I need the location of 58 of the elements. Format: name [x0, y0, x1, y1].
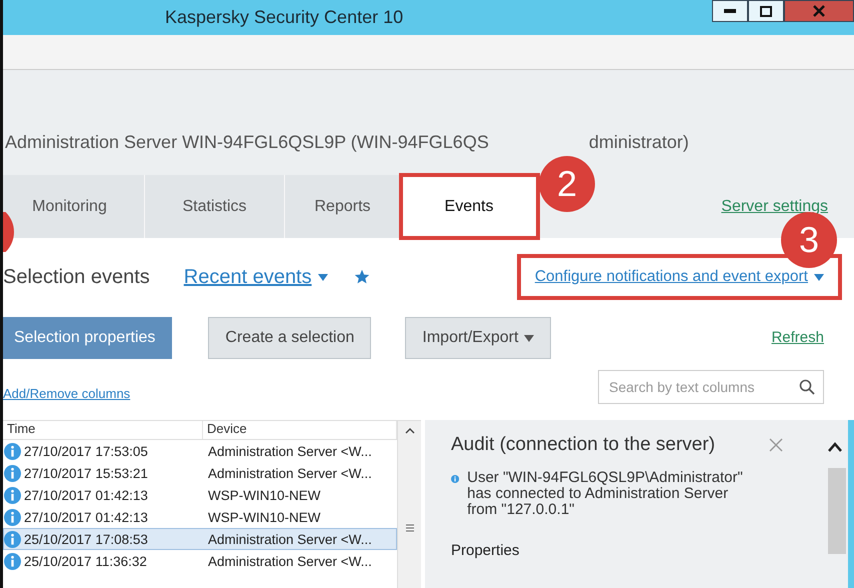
- table-row[interactable]: 27/10/2017 01:42:13 WSP-WIN10-NEW: [3, 484, 397, 506]
- tab[interactable]: Reports: [285, 175, 401, 238]
- recent-events-dropdown[interactable]: Recent events: [184, 266, 312, 288]
- caret-icon: [814, 274, 824, 280]
- close-icon[interactable]: [769, 438, 784, 452]
- table-row[interactable]: 27/10/2017 17:53:05 Administration Server <W...: [3, 440, 397, 462]
- add-remove-columns-link[interactable]: Add/Remove columns: [3, 386, 130, 400]
- device-cell-text: WSP-WIN10-NEW: [207, 510, 322, 524]
- star-icon[interactable]: [354, 269, 370, 285]
- info-icon: [4, 464, 21, 482]
- configure-notifications-link[interactable]: Configure notifications and event export: [534, 268, 808, 286]
- time-cell: 27/10/2017 01:42:13: [24, 510, 148, 524]
- device-cell-text: Administration Server <W...: [207, 466, 373, 480]
- action-button[interactable]: Create a selection: [208, 317, 372, 359]
- step-marker: [3, 212, 14, 252]
- device-cell-text: Administration Server <W...: [207, 532, 373, 546]
- close-button[interactable]: [784, 0, 854, 22]
- info-icon: [4, 508, 21, 526]
- device-cell-text: WSP-WIN10-NEW: [207, 488, 322, 502]
- tab[interactable]: Monitoring: [3, 175, 145, 238]
- server-heading: dministrator): [588, 132, 689, 153]
- collapse-icon[interactable]: [828, 442, 842, 452]
- table-row[interactable]: 27/10/2017 15:53:21 Administration Server <W...: [3, 462, 397, 484]
- caret-icon: [318, 274, 328, 280]
- time-cell: 25/10/2017 17:08:53: [24, 532, 148, 546]
- close-icon: [813, 5, 825, 17]
- window-title: Kaspersky Security Center 10: [165, 7, 404, 28]
- device-cell-text: Administration Server <W...: [207, 444, 373, 458]
- refresh-link[interactable]: Refresh: [771, 329, 824, 346]
- table-row[interactable]: 27/10/2017 01:42:13 WSP-WIN10-NEW: [3, 506, 397, 528]
- section-title: Selection events: [3, 266, 150, 288]
- details-title: Audit (connection to the server): [451, 434, 716, 456]
- time-cell: 27/10/2017 01:42:13: [24, 488, 148, 502]
- search-field[interactable]: Search by text columns: [598, 370, 824, 404]
- caret-icon: [524, 334, 534, 342]
- tab[interactable]: Statistics: [145, 175, 285, 238]
- grip-icon: [404, 523, 414, 533]
- column-header[interactable]: Time: [3, 421, 203, 439]
- time-cell: 27/10/2017 15:53:21: [24, 466, 148, 480]
- section-heading: Properties: [451, 542, 520, 559]
- dropdown-button[interactable]: Import/Export: [405, 317, 552, 359]
- time-cell: 27/10/2017 17:53:05: [24, 444, 148, 458]
- tab[interactable]: Events: [401, 175, 538, 238]
- info-icon: [4, 552, 21, 570]
- search-icon: [799, 379, 815, 395]
- table-row[interactable]: 25/10/2017 17:08:53 Administration Server <W...: [3, 528, 397, 550]
- info-icon: [4, 486, 21, 504]
- minimize-button[interactable]: [712, 0, 748, 22]
- info-icon: [4, 530, 21, 548]
- event-message: User "WIN-94FGL6QSL9P\Administrator" has connected to Administration Server from "127.0.0.1": [467, 470, 744, 518]
- server-heading: Administration Server WIN-94FGL6QSL9P (WIN-94FGL6QS: [5, 132, 489, 153]
- table-row[interactable]: 25/10/2017 11:36:32 Administration Server <W...: [3, 550, 397, 572]
- maximize-button[interactable]: [748, 0, 784, 22]
- device-cell-text: Administration Server <W...: [207, 554, 373, 568]
- time-cell: 25/10/2017 11:36:32: [24, 554, 147, 568]
- maximize-icon: [760, 6, 772, 16]
- info-icon: [4, 442, 21, 460]
- minimize-icon: [724, 9, 736, 13]
